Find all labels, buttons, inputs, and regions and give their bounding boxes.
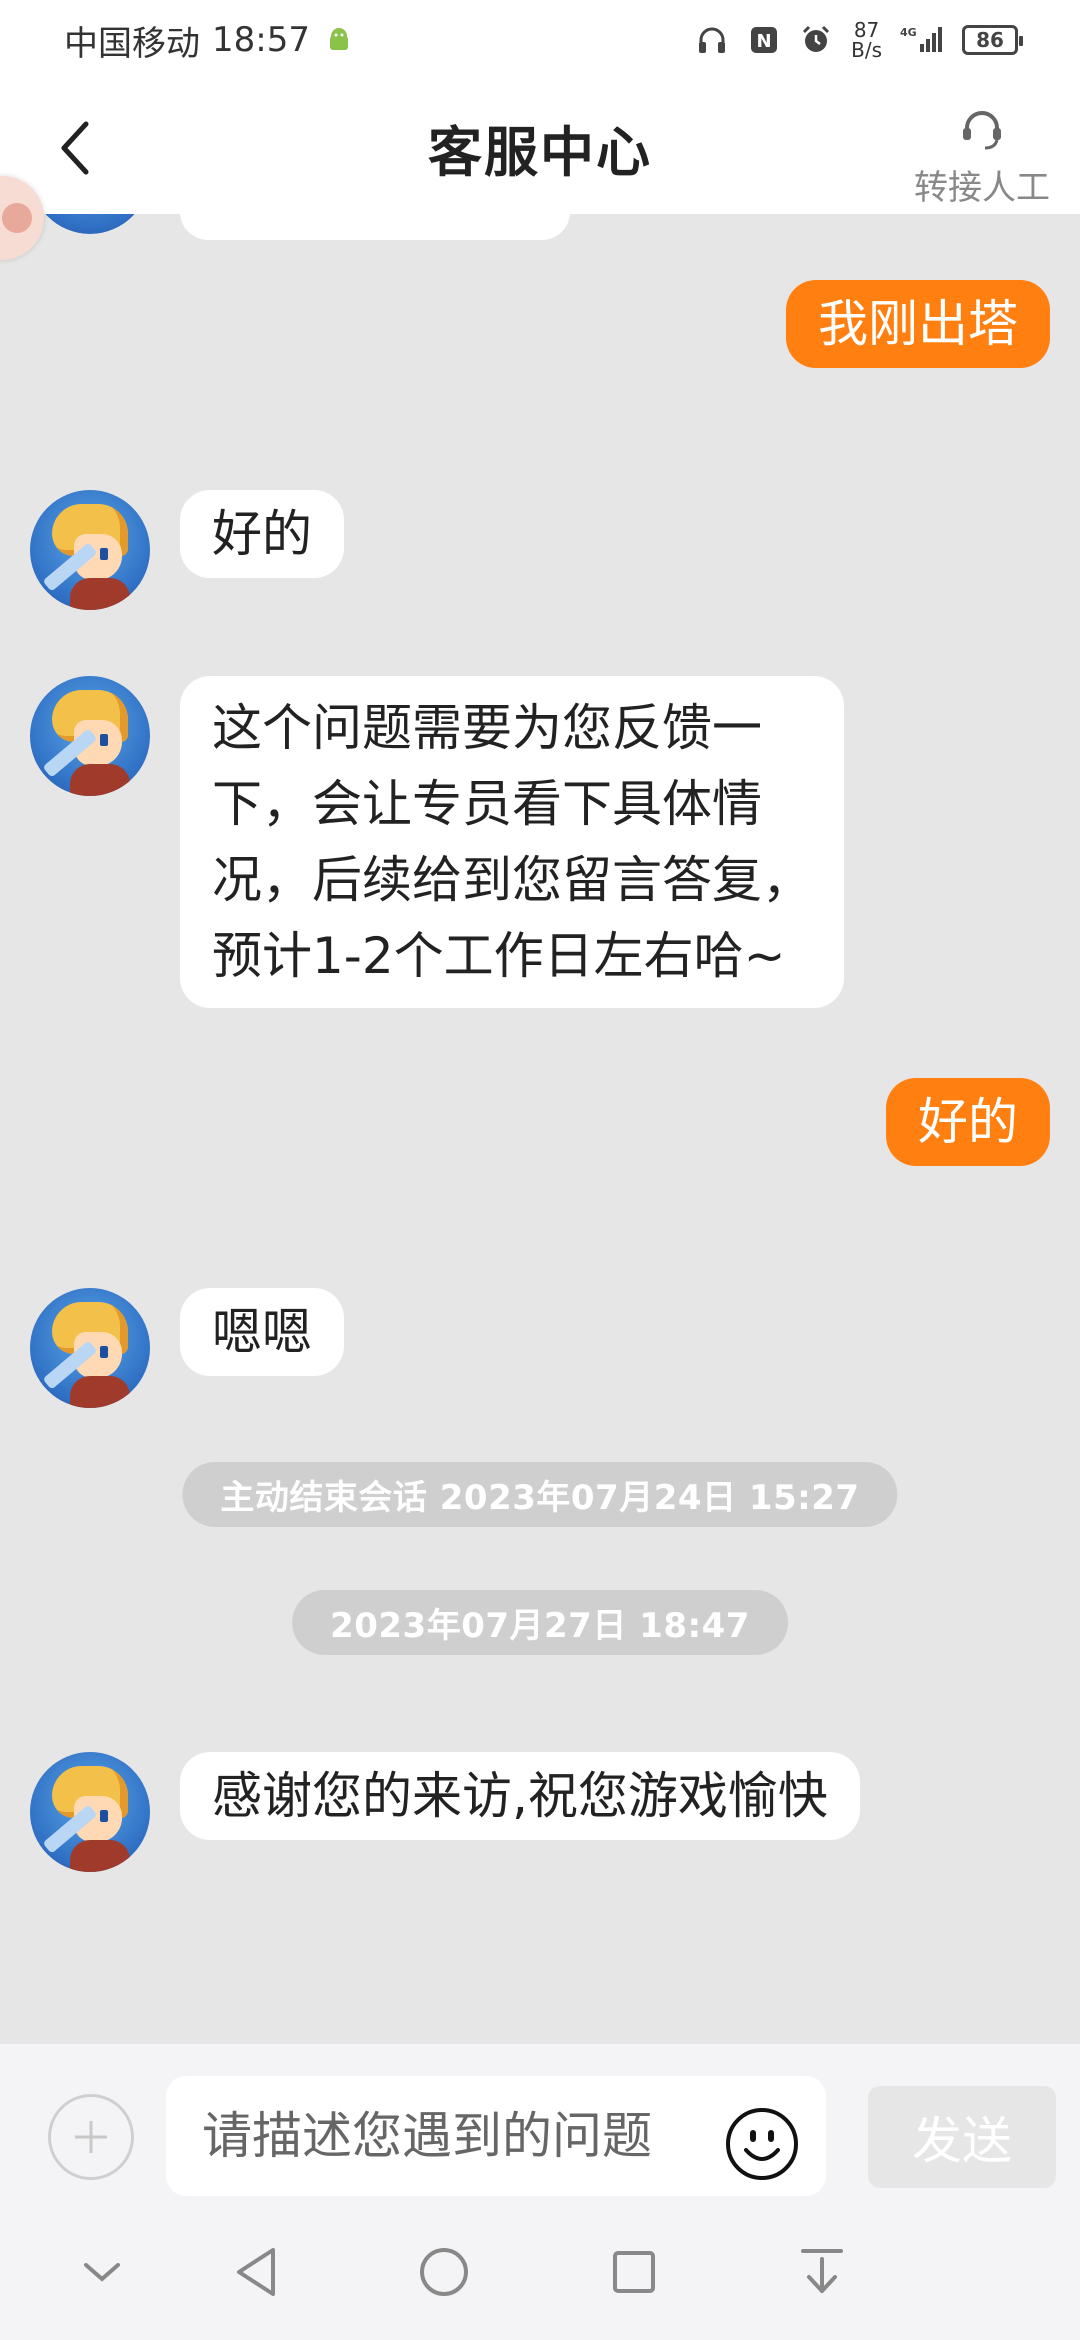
back-button[interactable]	[52, 116, 96, 180]
send-button[interactable]: 发送	[868, 2086, 1056, 2188]
agent-message-bubble[interactable]: 嗯嗯	[180, 1288, 344, 1376]
user-message-bubble[interactable]: 我刚出塔	[786, 280, 1050, 368]
signal-icon: 4G	[900, 23, 944, 57]
status-bar: 中国移动 18:57 N 87 B/s 4G 86	[0, 0, 1080, 80]
partial-agent-avatar	[30, 214, 150, 234]
timestamp-badge: 2023年07月27日 18:47	[292, 1590, 788, 1655]
transfer-to-human-button[interactable]: 转接人工	[914, 104, 1050, 209]
android-debug-icon	[322, 23, 356, 57]
input-bar: 发送	[0, 2044, 1080, 2204]
nav-home-button[interactable]	[414, 2242, 474, 2302]
agent-avatar[interactable]	[30, 1752, 150, 1872]
chat-area[interactable]: 我刚出塔 好的 这个问题需要为您反馈一 下，会让专员看下具体情 况，后续给到您留…	[0, 214, 1080, 2044]
agent-message-bubble[interactable]: 感谢您的来访,祝您游戏愉快	[180, 1752, 860, 1840]
nav-back-button[interactable]	[226, 2242, 286, 2302]
agent-avatar[interactable]	[30, 490, 150, 610]
chevron-down-icon	[84, 2263, 120, 2282]
alarm-icon	[799, 23, 833, 57]
system-nav-bar	[0, 2204, 1080, 2340]
status-left: 中国移动 18:57	[64, 16, 356, 65]
emoji-button[interactable]	[724, 2106, 800, 2182]
net-speed: 87 B/s	[851, 20, 882, 60]
agent-avatar[interactable]	[30, 1288, 150, 1408]
circle-home-icon	[420, 2248, 468, 2296]
net-speed-unit: B/s	[851, 38, 882, 62]
svg-text:4G: 4G	[900, 26, 917, 39]
transfer-label: 转接人工	[914, 168, 1050, 208]
net-speed-value: 87	[853, 18, 880, 42]
plus-icon	[75, 2121, 107, 2153]
nav-notification-button[interactable]	[792, 2242, 852, 2302]
page-title: 客服中心	[428, 120, 652, 184]
message-line: 下，会让专员看下具体情	[212, 775, 762, 833]
header: 客服中心 转接人工	[0, 80, 1080, 260]
svg-text:N: N	[757, 31, 772, 52]
status-time: 18:57	[212, 20, 310, 60]
add-attachment-button[interactable]	[48, 2094, 134, 2180]
pull-down-icon	[801, 2249, 843, 2293]
nav-recents-button[interactable]	[604, 2242, 664, 2302]
carrier-name: 中国移动	[64, 23, 200, 64]
hide-nav-button[interactable]	[72, 2242, 132, 2302]
status-right: N 87 B/s 4G 86	[695, 20, 1023, 60]
message-line: 况，后续给到您留言答复，	[212, 851, 812, 909]
message-line: 这个问题需要为您反馈一	[212, 699, 762, 757]
partial-message-bubble	[180, 214, 570, 240]
agent-message-bubble[interactable]: 好的	[180, 490, 344, 578]
nfc-icon: N	[747, 23, 781, 57]
square-recents-icon	[613, 2251, 655, 2293]
headset-icon	[963, 111, 1001, 150]
headphones-icon	[695, 23, 729, 57]
agent-message-bubble[interactable]: 这个问题需要为您反馈一 下，会让专员看下具体情 况，后续给到您留言答复， 预计1…	[180, 676, 844, 1008]
user-message-bubble[interactable]: 好的	[886, 1078, 1050, 1166]
message-line: 预计1-2个工作日左右哈~	[212, 927, 786, 985]
smiley-icon	[726, 2108, 798, 2180]
triangle-back-icon	[237, 2248, 275, 2296]
agent-avatar[interactable]	[30, 676, 150, 796]
battery-indicator: 86	[962, 25, 1023, 55]
session-ended-notice: 主动结束会话 2023年07月24日 15:27	[182, 1462, 898, 1527]
chevron-left-icon	[61, 121, 89, 175]
